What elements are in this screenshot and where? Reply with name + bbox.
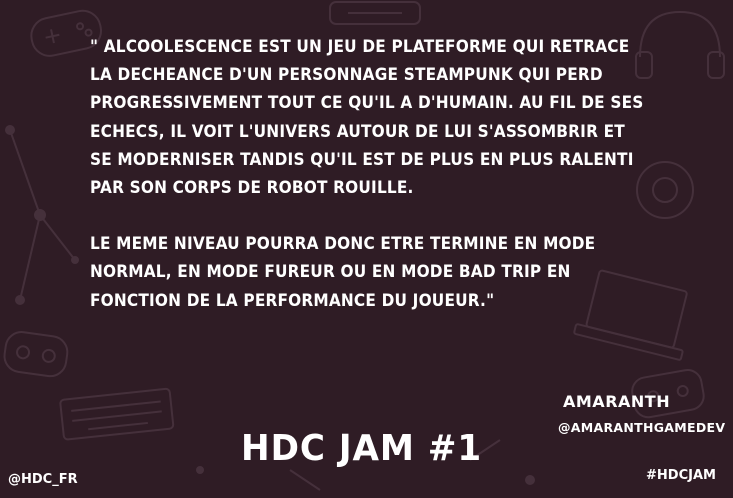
keyboard-icon (59, 387, 175, 441)
jam-title: HDC JAM #1 (241, 428, 483, 469)
quote-paragraph-2: LE MEME NIVEAU POURRA DONC ETRE TERMINE … (90, 234, 596, 310)
quote-paragraph-1: " ALCOOLESCENCE EST UN JEU DE PLATEFORME… (90, 37, 644, 198)
controller-icon (3, 331, 69, 378)
footer-handle: @HDC_FR (8, 472, 78, 487)
game-description-quote: " ALCOOLESCENCE EST UN JEU DE PLATEFORME… (90, 33, 648, 315)
author-handle: @AMARANTHGAMEDEV (558, 420, 726, 435)
console-icon (329, 1, 421, 25)
headphones-icon (635, 10, 725, 79)
network-nodes-icon (5, 125, 79, 305)
author-name: AMARANTH (563, 392, 671, 411)
footer-hashtag: #HDCJAM (646, 468, 716, 483)
